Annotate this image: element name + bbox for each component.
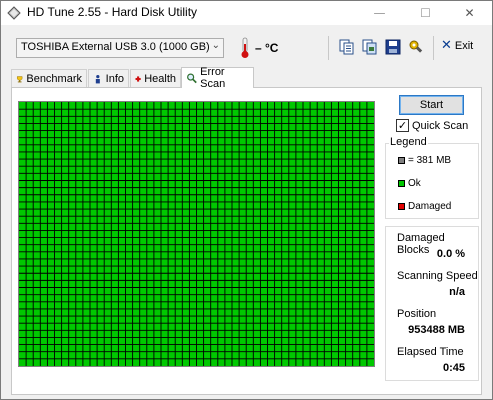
scanning-speed-label: Scanning Speed <box>397 270 478 282</box>
drive-select-value: TOSHIBA External USB 3.0 (1000 GB) <box>21 41 210 53</box>
legend-label-ok: Ok <box>408 178 421 189</box>
damaged-blocks-number: 0.0 <box>436 248 453 260</box>
window-title: HD Tune 2.55 - Hard Disk Utility <box>27 5 198 19</box>
block-map <box>18 101 375 367</box>
copy-screenshot-icon[interactable] <box>362 39 378 55</box>
thermometer-icon <box>241 37 249 58</box>
legend-item-ok: Ok <box>398 178 421 189</box>
legend-item-block-size: = 381 MB <box>398 155 451 166</box>
options-icon[interactable] <box>408 39 424 55</box>
tab-error-scan[interactable]: Error Scan <box>181 66 254 90</box>
tab-benchmark-label: Benchmark <box>26 72 82 85</box>
block-map-grid <box>19 102 374 366</box>
legend-label-damaged: Damaged <box>408 201 452 212</box>
maximize-button[interactable]: ☐ <box>403 1 448 25</box>
position-label: Position <box>397 308 437 320</box>
drive-select[interactable]: TOSHIBA External USB 3.0 (1000 GB) ⌄ <box>16 38 224 58</box>
health-icon <box>135 75 141 82</box>
tab-error-scan-label: Error Scan <box>200 66 226 90</box>
legend-item-damaged: Damaged <box>398 201 451 212</box>
save-icon[interactable] <box>385 39 401 55</box>
legend-swatch-block <box>398 157 405 164</box>
quick-scan-checkbox[interactable]: ✓ <box>396 119 409 132</box>
copy-info-icon[interactable] <box>339 39 355 55</box>
chevron-down-icon: ⌄ <box>211 40 220 51</box>
legend-swatch-damaged <box>398 203 405 210</box>
scanning-speed-value: n/a <box>449 286 465 298</box>
legend-label-block-size: = 381 MB <box>408 155 452 166</box>
app-window: HD Tune 2.55 - Hard Disk Utility — ☐ ✕ T… <box>0 0 493 400</box>
exit-button[interactable]: ✕ Exit <box>441 38 473 53</box>
damaged-blocks-unit: % <box>455 248 465 260</box>
error-scan-panel: Start ✓ Quick Scan Legend = 381 MB Ok Da… <box>11 87 482 395</box>
tab-info[interactable]: Info <box>88 69 129 87</box>
benchmark-icon <box>17 75 23 82</box>
toolbar: TOSHIBA External USB 3.0 (1000 GB) ⌄ – °… <box>1 26 492 66</box>
elapsed-time-label: Elapsed Time <box>397 346 464 358</box>
damaged-blocks-value: 0.0% <box>437 248 465 260</box>
legend-swatch-ok <box>398 180 405 187</box>
exit-icon: ✕ <box>441 38 452 53</box>
scan-stats: Damaged Blocks 0.0% Scanning Speed n/a P… <box>385 226 479 381</box>
title-bar[interactable]: HD Tune 2.55 - Hard Disk Utility — ☐ ✕ <box>1 1 492 25</box>
start-button[interactable]: Start <box>399 95 464 115</box>
tab-info-label: Info <box>105 72 124 85</box>
temperature-readout: – °C <box>255 41 279 55</box>
tab-health[interactable]: Health <box>130 69 181 87</box>
exit-label: Exit <box>454 39 474 52</box>
toolbar-separator <box>433 36 434 60</box>
close-button[interactable]: ✕ <box>447 1 492 25</box>
quick-scan-option[interactable]: ✓ Quick Scan <box>396 119 468 132</box>
info-icon <box>95 74 100 83</box>
tab-health-label: Health <box>144 72 176 85</box>
elapsed-time-value: 0:45 <box>442 362 465 374</box>
legend-title: Legend <box>389 136 428 148</box>
magnifier-icon <box>187 73 197 84</box>
quick-scan-label: Quick Scan <box>412 119 469 132</box>
minimize-button[interactable]: — <box>357 1 402 25</box>
legend-group: Legend = 381 MB Ok Damaged <box>385 136 479 219</box>
position-value: 953488 MB <box>408 324 465 336</box>
toolbar-separator <box>328 36 329 60</box>
hd-tune-app-icon <box>7 6 21 20</box>
tab-benchmark[interactable]: Benchmark <box>11 69 87 87</box>
